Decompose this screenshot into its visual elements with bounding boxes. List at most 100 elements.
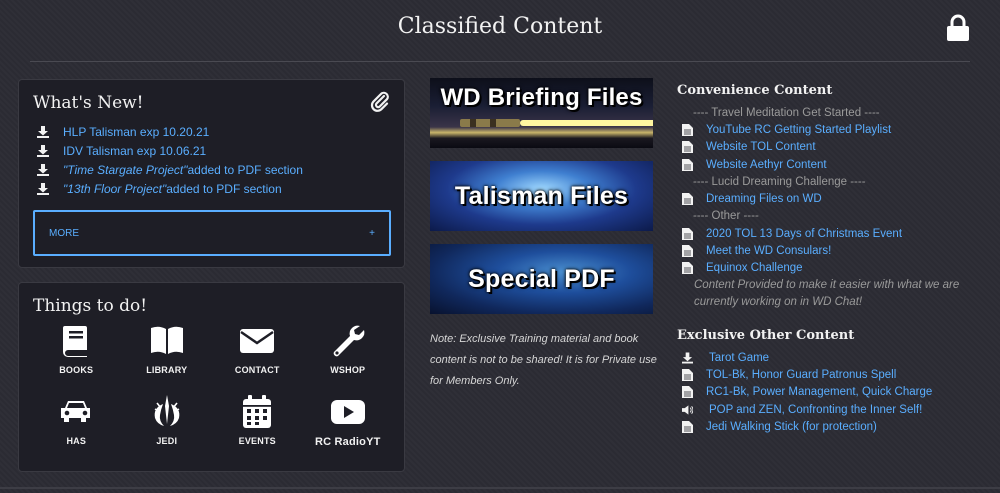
- content-link[interactable]: Website Aethyr Content: [706, 159, 827, 171]
- lock-icon[interactable]: [946, 14, 970, 42]
- exclusive-heading: Exclusive Other Content: [677, 327, 855, 343]
- whats-new-heading: What's New!: [33, 93, 144, 113]
- content-link[interactable]: Website TOL Content: [706, 141, 816, 153]
- news-link[interactable]: IDV Talisman exp 10.06.21: [63, 144, 206, 158]
- whats-new-list: HLP Talisman exp 10.20.21 IDV Talisman e…: [37, 122, 303, 198]
- todo-books-button[interactable]: BOOKS: [31, 323, 122, 386]
- convenience-list: ---- Travel Meditation Get Started ---- …: [677, 104, 977, 277]
- content-link[interactable]: RC1-Bk, Power Management, Quick Charge: [706, 386, 932, 398]
- talisman-files-banner[interactable]: Talisman Files: [430, 161, 653, 231]
- content-link[interactable]: TOL-Bk, Honor Guard Patronus Spell: [706, 369, 896, 381]
- content-link[interactable]: Dreaming Files on WD: [706, 193, 822, 205]
- todo-label: LIBRARY: [146, 365, 188, 375]
- content-link[interactable]: 2020 TOL 13 Days of Christmas Event: [706, 228, 902, 240]
- convenience-heading: Convenience Content: [677, 83, 833, 98]
- more-label: MORE: [49, 227, 79, 239]
- plus-icon: +: [369, 227, 375, 239]
- content-link[interactable]: Jedi Walking Stick (for protection): [706, 421, 877, 433]
- file-icon: [682, 386, 693, 399]
- todo-has-button[interactable]: HAS: [31, 394, 122, 457]
- todo-events-button[interactable]: EVENTS: [212, 394, 303, 457]
- list-item[interactable]: Tarot Game: [677, 349, 977, 366]
- open-book-icon: [150, 326, 183, 354]
- file-icon: [682, 245, 693, 258]
- todo-label: BOOKS: [59, 365, 94, 375]
- list-item[interactable]: RC1-Bk, Power Management, Quick Charge: [677, 384, 977, 401]
- todo-library-button[interactable]: LIBRARY: [122, 323, 213, 386]
- youtube-play-icon: [330, 400, 365, 424]
- todo-wshop-button[interactable]: WSHOP: [303, 323, 394, 386]
- todo-label: CONTACT: [234, 365, 280, 375]
- news-text: added to PDF section: [166, 181, 282, 196]
- paperclip-icon: [370, 91, 389, 112]
- things-to-do-heading: Things to do!: [33, 296, 148, 316]
- file-icon: [682, 158, 693, 171]
- content-link[interactable]: Meet the WD Consulars!: [706, 245, 831, 257]
- special-pdf-banner[interactable]: Special PDF: [430, 244, 653, 314]
- list-item[interactable]: HLP Talisman exp 10.20.21: [37, 122, 303, 141]
- todo-label: EVENTS: [238, 436, 276, 446]
- download-icon: [37, 182, 49, 195]
- volume-icon: [682, 404, 693, 415]
- list-item[interactable]: Website Aethyr Content: [677, 156, 977, 173]
- todo-jedi-button[interactable]: JEDI: [122, 394, 213, 457]
- list-item[interactable]: "13th Floor Project" added to PDF sectio…: [37, 179, 303, 198]
- content-link[interactable]: Tarot Game: [706, 352, 769, 364]
- content-link[interactable]: YouTube RC Getting Started Playlist: [706, 124, 891, 136]
- file-icon: [682, 368, 693, 381]
- file-icon: [682, 262, 693, 275]
- section-separator: ---- Other ----: [693, 210, 759, 223]
- section-separator: ---- Lucid Dreaming Challenge ----: [693, 175, 866, 188]
- banner-title: WD Briefing Files: [440, 84, 643, 111]
- wd-briefing-files-banner[interactable]: WD Briefing Files: [430, 78, 653, 148]
- list-item[interactable]: Meet the WD Consulars!: [677, 242, 977, 259]
- page-title: Classified Content: [397, 14, 603, 39]
- news-link[interactable]: HLP Talisman exp 10.20.21: [63, 125, 209, 139]
- wrench-icon: [333, 325, 365, 357]
- exclusive-list: Tarot Game TOL-Bk, Honor Guard Patronus …: [677, 349, 977, 435]
- news-link-italic[interactable]: "Time Stargate Project": [63, 163, 187, 177]
- todo-label: HAS: [66, 436, 87, 446]
- file-icon: [682, 123, 693, 136]
- more-accordion-button[interactable]: MORE +: [33, 210, 391, 256]
- footer-divider: [0, 487, 1000, 489]
- list-item[interactable]: "Time Stargate Project" added to PDF sec…: [37, 160, 303, 179]
- right-column: Convenience Content ---- Travel Meditati…: [677, 82, 977, 435]
- todo-label: JEDI: [156, 436, 178, 446]
- header-divider: [30, 61, 970, 62]
- file-icon: [682, 420, 693, 433]
- car-icon: [61, 401, 91, 422]
- list-item[interactable]: POP and ZEN, Confronting the Inner Self!: [677, 401, 977, 418]
- todo-grid: BOOKS LIBRARY CONTACT WSHOP HAS JEDI EVE…: [31, 323, 393, 457]
- list-item[interactable]: IDV Talisman exp 10.06.21: [37, 141, 303, 160]
- content-link[interactable]: POP and ZEN, Confronting the Inner Self!: [706, 404, 922, 416]
- list-item[interactable]: Dreaming Files on WD: [677, 190, 977, 207]
- content-link[interactable]: Equinox Challenge: [706, 262, 803, 274]
- list-item[interactable]: YouTube RC Getting Started Playlist: [677, 121, 977, 138]
- banner-title: Special PDF: [468, 264, 615, 293]
- todo-label: RC RadioYT: [314, 436, 381, 448]
- section-separator: ---- Travel Meditation Get Started ----: [693, 106, 880, 119]
- download-icon: [682, 352, 693, 364]
- list-item[interactable]: TOL-Bk, Honor Guard Patronus Spell: [677, 366, 977, 383]
- list-item[interactable]: Equinox Challenge: [677, 260, 977, 277]
- list-item[interactable]: Website TOL Content: [677, 139, 977, 156]
- banner-title: Talisman Files: [454, 181, 629, 210]
- news-text: added to PDF section: [187, 162, 303, 177]
- things-to-do-panel: Things to do! BOOKS LIBRARY CONTACT WSHO…: [18, 282, 405, 472]
- jedi-order-icon: [154, 395, 180, 426]
- todo-contact-button[interactable]: CONTACT: [212, 323, 303, 386]
- download-icon: [37, 163, 49, 176]
- book-icon: [63, 326, 88, 357]
- news-link-italic[interactable]: "13th Floor Project": [63, 182, 166, 196]
- whats-new-panel: What's New! HLP Talisman exp 10.20.21 ID…: [18, 79, 405, 268]
- todo-rc-radioyt-button[interactable]: RC RadioYT: [303, 394, 394, 457]
- list-item[interactable]: Jedi Walking Stick (for protection): [677, 418, 977, 435]
- download-icon: [37, 144, 49, 157]
- file-icon: [682, 227, 693, 240]
- envelope-icon: [240, 329, 275, 353]
- exclusive-note: Note: Exclusive Training material and bo…: [430, 333, 657, 387]
- list-item[interactable]: 2020 TOL 13 Days of Christmas Event: [677, 225, 977, 242]
- todo-label: WSHOP: [330, 365, 366, 375]
- file-icon: [682, 141, 693, 154]
